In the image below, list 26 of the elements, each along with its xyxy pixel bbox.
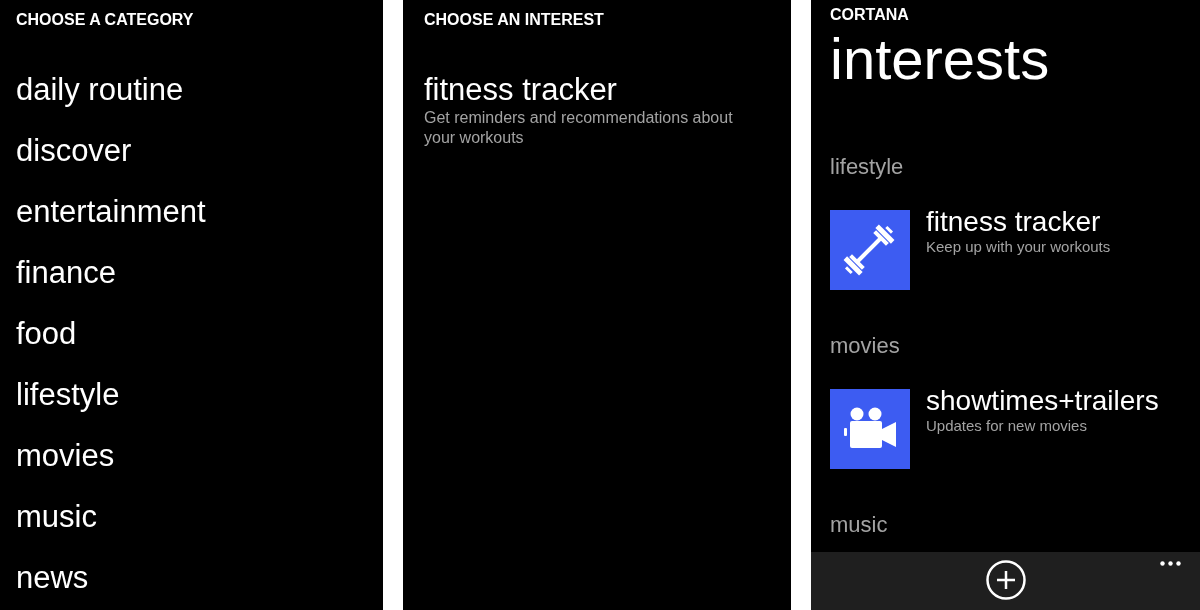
category-item[interactable]: food (16, 303, 77, 364)
category-item[interactable]: movies (16, 425, 115, 486)
category-item[interactable]: entertainment (16, 181, 206, 242)
interest-subtitle: Keep up with your workouts (926, 237, 1111, 257)
video-camera-icon (830, 389, 910, 469)
group-heading: movies (830, 332, 900, 360)
screen-header: CHOOSE AN INTEREST (424, 10, 604, 30)
more-icon[interactable] (1160, 561, 1181, 566)
dumbbell-icon (830, 210, 910, 290)
interest-description: Get reminders and recommendations about your workouts (424, 108, 734, 148)
category-item[interactable]: finance (16, 242, 116, 303)
category-item[interactable]: music (16, 486, 97, 547)
category-item[interactable]: discover (16, 120, 132, 181)
app-name: CORTANA (830, 5, 909, 25)
interest-subtitle: Updates for new movies (926, 416, 1087, 436)
group-heading: music (830, 511, 888, 539)
category-item[interactable]: lifestyle (16, 364, 120, 425)
interest-title[interactable]: fitness tracker (424, 72, 617, 108)
screen-header: CHOOSE A CATEGORY (16, 10, 194, 30)
interest-title[interactable]: showtimes+trailers (926, 385, 1159, 417)
group-heading: lifestyle (830, 153, 904, 181)
interest-title[interactable]: fitness tracker (926, 206, 1101, 238)
page-title: interests (830, 27, 1050, 91)
category-item[interactable]: daily routine (16, 59, 184, 120)
category-item[interactable]: news (16, 547, 89, 608)
add-icon[interactable] (985, 560, 1026, 600)
